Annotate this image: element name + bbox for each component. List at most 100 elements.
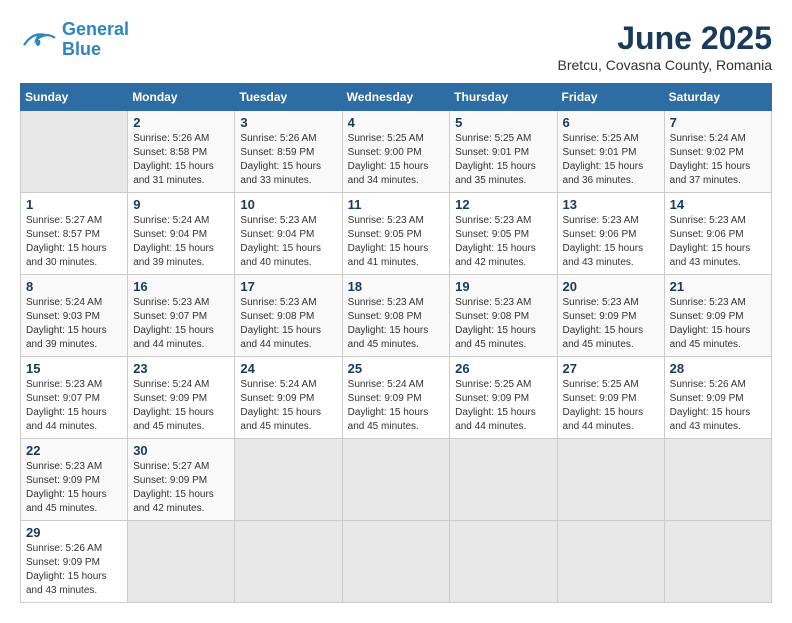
day-info: Sunrise: 5:27 AMSunset: 8:57 PMDaylight:… [26,215,107,268]
day-info: Sunrise: 5:25 AMSunset: 9:09 PMDaylight:… [563,379,644,432]
logo-line2: Blue [62,39,101,59]
table-row: 12 Sunrise: 5:23 AMSunset: 9:05 PMDaylig… [450,193,557,275]
day-info: Sunrise: 5:23 AMSunset: 9:07 PMDaylight:… [133,297,214,350]
header-friday: Friday [557,84,664,111]
day-info: Sunrise: 5:23 AMSunset: 9:04 PMDaylight:… [240,215,321,268]
table-row: 22 Sunrise: 5:23 AMSunset: 9:09 PMDaylig… [21,439,128,521]
day-number: 3 [240,115,336,130]
day-number: 1 [26,197,122,212]
table-row [235,439,342,521]
day-number: 25 [348,361,445,376]
day-number: 30 [133,443,229,458]
day-number: 10 [240,197,336,212]
day-number: 24 [240,361,336,376]
day-info: Sunrise: 5:25 AMSunset: 9:09 PMDaylight:… [455,379,536,432]
day-number: 12 [455,197,551,212]
day-number: 18 [348,279,445,294]
calendar-header-row: Sunday Monday Tuesday Wednesday Thursday… [21,84,772,111]
table-row: 17 Sunrise: 5:23 AMSunset: 9:08 PMDaylig… [235,275,342,357]
day-number: 16 [133,279,229,294]
table-row: 29 Sunrise: 5:26 AMSunset: 9:09 PMDaylig… [21,521,128,603]
table-row: 3 Sunrise: 5:26 AMSunset: 8:59 PMDayligh… [235,111,342,193]
day-number: 8 [26,279,122,294]
page-header: General Blue June 2025 Bretcu, Covasna C… [20,20,772,73]
table-row [128,521,235,603]
day-number: 5 [455,115,551,130]
day-number: 13 [563,197,659,212]
table-row [450,439,557,521]
table-row: 30 Sunrise: 5:27 AMSunset: 9:09 PMDaylig… [128,439,235,521]
day-number: 22 [26,443,122,458]
day-info: Sunrise: 5:24 AMSunset: 9:03 PMDaylight:… [26,297,107,350]
table-row: 10 Sunrise: 5:23 AMSunset: 9:04 PMDaylig… [235,193,342,275]
calendar-row: 8 Sunrise: 5:24 AMSunset: 9:03 PMDayligh… [21,275,772,357]
day-info: Sunrise: 5:26 AMSunset: 8:59 PMDaylight:… [240,133,321,186]
day-info: Sunrise: 5:25 AMSunset: 9:01 PMDaylight:… [563,133,644,186]
day-info: Sunrise: 5:26 AMSunset: 8:58 PMDaylight:… [133,133,214,186]
table-row: 8 Sunrise: 5:24 AMSunset: 9:03 PMDayligh… [21,275,128,357]
day-info: Sunrise: 5:23 AMSunset: 9:09 PMDaylight:… [563,297,644,350]
day-info: Sunrise: 5:27 AMSunset: 9:09 PMDaylight:… [133,461,214,514]
table-row [342,439,450,521]
day-info: Sunrise: 5:23 AMSunset: 9:06 PMDaylight:… [563,215,644,268]
day-number: 6 [563,115,659,130]
day-number: 23 [133,361,229,376]
day-number: 20 [563,279,659,294]
day-number: 11 [348,197,445,212]
logo: General Blue [20,20,129,60]
day-info: Sunrise: 5:24 AMSunset: 9:04 PMDaylight:… [133,215,214,268]
table-row: 4 Sunrise: 5:25 AMSunset: 9:00 PMDayligh… [342,111,450,193]
day-info: Sunrise: 5:23 AMSunset: 9:05 PMDaylight:… [455,215,536,268]
day-number: 9 [133,197,229,212]
day-info: Sunrise: 5:23 AMSunset: 9:06 PMDaylight:… [670,215,751,268]
day-info: Sunrise: 5:25 AMSunset: 9:01 PMDaylight:… [455,133,536,186]
table-row: 5 Sunrise: 5:25 AMSunset: 9:01 PMDayligh… [450,111,557,193]
table-row: 16 Sunrise: 5:23 AMSunset: 9:07 PMDaylig… [128,275,235,357]
header-thursday: Thursday [450,84,557,111]
table-row [21,111,128,193]
month-title: June 2025 [557,20,772,57]
table-row: 20 Sunrise: 5:23 AMSunset: 9:09 PMDaylig… [557,275,664,357]
table-row: 25 Sunrise: 5:24 AMSunset: 9:09 PMDaylig… [342,357,450,439]
calendar-row: 22 Sunrise: 5:23 AMSunset: 9:09 PMDaylig… [21,439,772,521]
table-row: 19 Sunrise: 5:23 AMSunset: 9:08 PMDaylig… [450,275,557,357]
table-row: 21 Sunrise: 5:23 AMSunset: 9:09 PMDaylig… [664,275,771,357]
day-info: Sunrise: 5:24 AMSunset: 9:02 PMDaylight:… [670,133,751,186]
table-row: 9 Sunrise: 5:24 AMSunset: 9:04 PMDayligh… [128,193,235,275]
day-number: 2 [133,115,229,130]
day-number: 4 [348,115,445,130]
day-info: Sunrise: 5:24 AMSunset: 9:09 PMDaylight:… [240,379,321,432]
header-wednesday: Wednesday [342,84,450,111]
day-info: Sunrise: 5:24 AMSunset: 9:09 PMDaylight:… [348,379,429,432]
day-info: Sunrise: 5:23 AMSunset: 9:09 PMDaylight:… [670,297,751,350]
table-row [235,521,342,603]
header-tuesday: Tuesday [235,84,342,111]
day-info: Sunrise: 5:23 AMSunset: 9:08 PMDaylight:… [240,297,321,350]
day-info: Sunrise: 5:23 AMSunset: 9:05 PMDaylight:… [348,215,429,268]
day-number: 27 [563,361,659,376]
table-row: 13 Sunrise: 5:23 AMSunset: 9:06 PMDaylig… [557,193,664,275]
day-number: 17 [240,279,336,294]
logo-bird-icon [20,26,56,54]
table-row: 24 Sunrise: 5:24 AMSunset: 9:09 PMDaylig… [235,357,342,439]
day-info: Sunrise: 5:23 AMSunset: 9:08 PMDaylight:… [348,297,429,350]
day-info: Sunrise: 5:26 AMSunset: 9:09 PMDaylight:… [26,543,107,596]
day-number: 29 [26,525,122,540]
logo-line1: General [62,19,129,39]
day-info: Sunrise: 5:24 AMSunset: 9:09 PMDaylight:… [133,379,214,432]
table-row [557,521,664,603]
logo-text: General Blue [62,20,129,60]
title-section: June 2025 Bretcu, Covasna County, Romani… [557,20,772,73]
day-info: Sunrise: 5:23 AMSunset: 9:09 PMDaylight:… [26,461,107,514]
day-info: Sunrise: 5:25 AMSunset: 9:00 PMDaylight:… [348,133,429,186]
table-row: 26 Sunrise: 5:25 AMSunset: 9:09 PMDaylig… [450,357,557,439]
day-number: 14 [670,197,766,212]
table-row [557,439,664,521]
calendar-row: 15 Sunrise: 5:23 AMSunset: 9:07 PMDaylig… [21,357,772,439]
table-row: 18 Sunrise: 5:23 AMSunset: 9:08 PMDaylig… [342,275,450,357]
table-row: 7 Sunrise: 5:24 AMSunset: 9:02 PMDayligh… [664,111,771,193]
header-saturday: Saturday [664,84,771,111]
table-row: 23 Sunrise: 5:24 AMSunset: 9:09 PMDaylig… [128,357,235,439]
table-row: 2 Sunrise: 5:26 AMSunset: 8:58 PMDayligh… [128,111,235,193]
table-row: 27 Sunrise: 5:25 AMSunset: 9:09 PMDaylig… [557,357,664,439]
